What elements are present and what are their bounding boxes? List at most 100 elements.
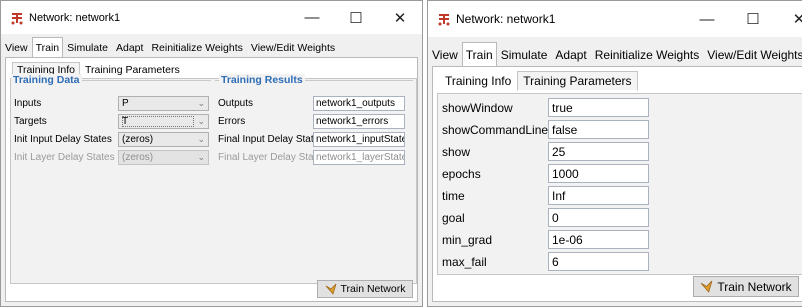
subtab-training-info[interactable]: Training Info bbox=[439, 71, 517, 91]
training-data-group: Training Data Inputs P ⌄ Targets T ⌄ Ini… bbox=[11, 74, 211, 165]
close-button[interactable]: ✕ bbox=[776, 1, 802, 37]
init-layer-delay-value: (zeros) bbox=[122, 151, 154, 163]
epochs-field[interactable]: 1000 bbox=[548, 164, 649, 183]
init-input-delay-label: Init Input Delay States bbox=[14, 133, 112, 145]
show-window-field[interactable]: true bbox=[548, 98, 649, 117]
chevron-down-icon: ⌄ bbox=[197, 151, 205, 162]
targets-row: Targets T ⌄ bbox=[14, 113, 209, 129]
show-command-line-field[interactable]: false bbox=[548, 120, 649, 139]
training-parameters-content: showWindow true showCommandLine false sh… bbox=[437, 93, 802, 275]
final-layer-delay-label: Final Layer Delay States bbox=[218, 151, 313, 163]
outputs-label: Outputs bbox=[218, 97, 254, 109]
init-input-delay-row: Init Input Delay States (zeros) ⌄ bbox=[14, 131, 209, 147]
targets-label: Targets bbox=[14, 115, 47, 127]
tab-train[interactable]: Train bbox=[461, 42, 497, 66]
train-network-button[interactable]: Train Network bbox=[317, 280, 413, 298]
param-name: goal bbox=[442, 210, 465, 225]
min-grad-field[interactable]: 1e-06 bbox=[548, 230, 649, 249]
tab-reinitialize-weights[interactable]: Reinitialize Weights bbox=[591, 42, 704, 66]
init-layer-delay-label: Init Layer Delay States bbox=[14, 151, 115, 163]
train-icon bbox=[700, 280, 713, 293]
init-input-delay-select[interactable]: (zeros) ⌄ bbox=[118, 131, 209, 147]
maximize-button[interactable]: ☐ bbox=[334, 1, 378, 34]
final-layer-delay-row: Final Layer Delay States network1_layerS… bbox=[218, 149, 405, 165]
errors-field[interactable]: network1_errors bbox=[313, 113, 405, 129]
param-name: show bbox=[442, 144, 471, 159]
tab-train[interactable]: Train bbox=[31, 37, 64, 57]
param-row: max_fail 6 bbox=[442, 251, 649, 272]
main-tabs: View Train Simulate Adapt Reinitialize W… bbox=[428, 42, 802, 66]
final-input-delay-field[interactable]: network1_inputStates bbox=[313, 131, 405, 147]
network-app-icon bbox=[10, 11, 24, 25]
focus-ring bbox=[122, 115, 194, 127]
init-layer-delay-select: (zeros) ⌄ bbox=[118, 149, 209, 165]
param-row: time Inf bbox=[442, 185, 649, 206]
outputs-field[interactable]: network1_outputs bbox=[313, 95, 405, 111]
param-name: showCommandLine bbox=[442, 122, 549, 137]
init-layer-delay-row: Init Layer Delay States (zeros) ⌄ bbox=[14, 149, 209, 165]
inputs-label: Inputs bbox=[14, 97, 42, 109]
chevron-down-icon: ⌄ bbox=[197, 97, 205, 108]
window-title: Network: network1 bbox=[29, 11, 121, 24]
tab-adapt[interactable]: Adapt bbox=[551, 42, 590, 66]
param-row: min_grad 1e-06 bbox=[442, 229, 649, 250]
subtabs: Training Info Training Parameters bbox=[439, 71, 638, 91]
targets-select[interactable]: T ⌄ bbox=[118, 113, 209, 129]
param-name: showWindow bbox=[442, 100, 513, 115]
main-tabs: View Train Simulate Adapt Reinitialize W… bbox=[1, 37, 422, 57]
training-info-content: Training Data Inputs P ⌄ Targets T ⌄ Ini… bbox=[10, 74, 417, 284]
final-layer-delay-field: network1_layerStates bbox=[313, 149, 405, 165]
param-name: epochs bbox=[442, 166, 481, 181]
inputs-select[interactable]: P ⌄ bbox=[118, 95, 209, 111]
network-window-training-parameters: Network: network1 — ☐ ✕ View Train Simul… bbox=[427, 0, 802, 307]
tab-simulate[interactable]: Simulate bbox=[63, 37, 112, 57]
inputs-value: P bbox=[122, 97, 129, 109]
errors-label: Errors bbox=[218, 115, 246, 127]
chevron-down-icon: ⌄ bbox=[197, 133, 205, 144]
outputs-row: Outputs network1_outputs bbox=[218, 95, 405, 111]
param-name: max_fail bbox=[442, 254, 487, 269]
param-row: showCommandLine false bbox=[442, 119, 649, 140]
subtab-training-parameters[interactable]: Training Parameters bbox=[517, 71, 638, 91]
train-network-label: Train Network bbox=[717, 279, 792, 294]
final-input-delay-label: Final Input Delay States bbox=[218, 133, 313, 145]
maximize-button[interactable]: ☐ bbox=[730, 1, 776, 37]
training-results-group: Training Results Outputs network1_output… bbox=[215, 74, 413, 165]
time-field[interactable]: Inf bbox=[548, 186, 649, 205]
minimize-button[interactable]: — bbox=[684, 1, 730, 37]
init-input-delay-value: (zeros) bbox=[122, 133, 154, 145]
train-panel: Training Info Training Parameters showWi… bbox=[432, 66, 802, 302]
train-panel: Training Info Training Parameters Traini… bbox=[5, 57, 418, 302]
tab-view[interactable]: View bbox=[428, 42, 462, 66]
goal-field[interactable]: 0 bbox=[548, 208, 649, 227]
training-data-title: Training Data bbox=[11, 74, 82, 86]
tab-view-edit-weights[interactable]: View/Edit Weights bbox=[247, 37, 339, 57]
tab-adapt[interactable]: Adapt bbox=[112, 37, 147, 57]
tab-view[interactable]: View bbox=[1, 37, 32, 57]
title-bar[interactable]: Network: network1 — ☐ ✕ bbox=[428, 1, 802, 37]
errors-row: Errors network1_errors bbox=[218, 113, 405, 129]
subtab-training-parameters[interactable]: Training Parameters bbox=[80, 62, 185, 78]
param-row: show 25 bbox=[442, 141, 649, 162]
param-name: min_grad bbox=[442, 232, 493, 247]
close-button[interactable]: ✕ bbox=[378, 1, 422, 34]
param-row: goal 0 bbox=[442, 207, 649, 228]
minimize-button[interactable]: — bbox=[290, 1, 334, 34]
param-row: showWindow true bbox=[442, 97, 649, 118]
tab-simulate[interactable]: Simulate bbox=[497, 42, 552, 66]
window-title: Network: network1 bbox=[456, 12, 556, 26]
title-bar[interactable]: Network: network1 — ☐ ✕ bbox=[1, 1, 422, 34]
network-app-icon bbox=[437, 12, 451, 26]
inputs-row: Inputs P ⌄ bbox=[14, 95, 209, 111]
network-window-training-info: Network: network1 — ☐ ✕ View Train Simul… bbox=[0, 0, 423, 307]
train-network-label: Train Network bbox=[340, 283, 406, 295]
show-field[interactable]: 25 bbox=[548, 142, 649, 161]
max-fail-field[interactable]: 6 bbox=[548, 252, 649, 271]
tab-view-edit-weights[interactable]: View/Edit Weights bbox=[703, 42, 802, 66]
train-icon bbox=[325, 283, 337, 295]
param-row: epochs 1000 bbox=[442, 163, 649, 184]
train-network-button[interactable]: Train Network bbox=[693, 276, 799, 297]
chevron-down-icon: ⌄ bbox=[197, 115, 205, 126]
final-input-delay-row: Final Input Delay States network1_inputS… bbox=[218, 131, 405, 147]
tab-reinitialize-weights[interactable]: Reinitialize Weights bbox=[147, 37, 246, 57]
